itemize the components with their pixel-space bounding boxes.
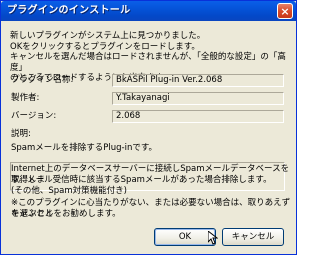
version-label: バージョン: [11,111,57,121]
version-value: 2.068 [112,110,284,123]
plugin-install-dialog: プラグインのインストール × 新しいプラグインがシステム上に見つかりました。 O… [0,0,297,255]
window-title: プラグインのインストール [7,5,131,16]
author-label: 製作者: [11,93,40,103]
description-label: 説明: [11,129,31,139]
close-button[interactable]: × [277,3,293,19]
message-line-3: キャンセルを選んだ場合はロードされませんが、「全般的な設定」の「高度」 [10,52,286,73]
plugin-name-value: BkASPil Plug-in Ver.2.068 [112,74,284,87]
message-line-2: OKをクリックするとプラグインをロードします。 [10,41,200,52]
ok-button[interactable]: OK [154,228,216,246]
description-line-4: (その他、Spam対策機能付き) [11,186,127,196]
warning-line-2: を選ぶことをお勧めします。 [11,209,121,219]
cancel-button[interactable]: キャンセル [222,228,284,246]
author-value: Y.Takayanagi [112,92,284,105]
mouse-pointer-icon [208,231,218,245]
message-line-1: 新しいプラグインがシステム上に見つかりました。 [10,31,206,41]
plugin-name-label: プラグイン名称: [11,75,74,85]
description-line-3: す。メール受信時に該当するSpamメールがあった場合排除します。 [11,175,272,185]
description-line-1: Spamメールを排除するPlug-inです。 [11,143,158,153]
title-bar[interactable]: プラグインのインストール × [1,1,296,21]
